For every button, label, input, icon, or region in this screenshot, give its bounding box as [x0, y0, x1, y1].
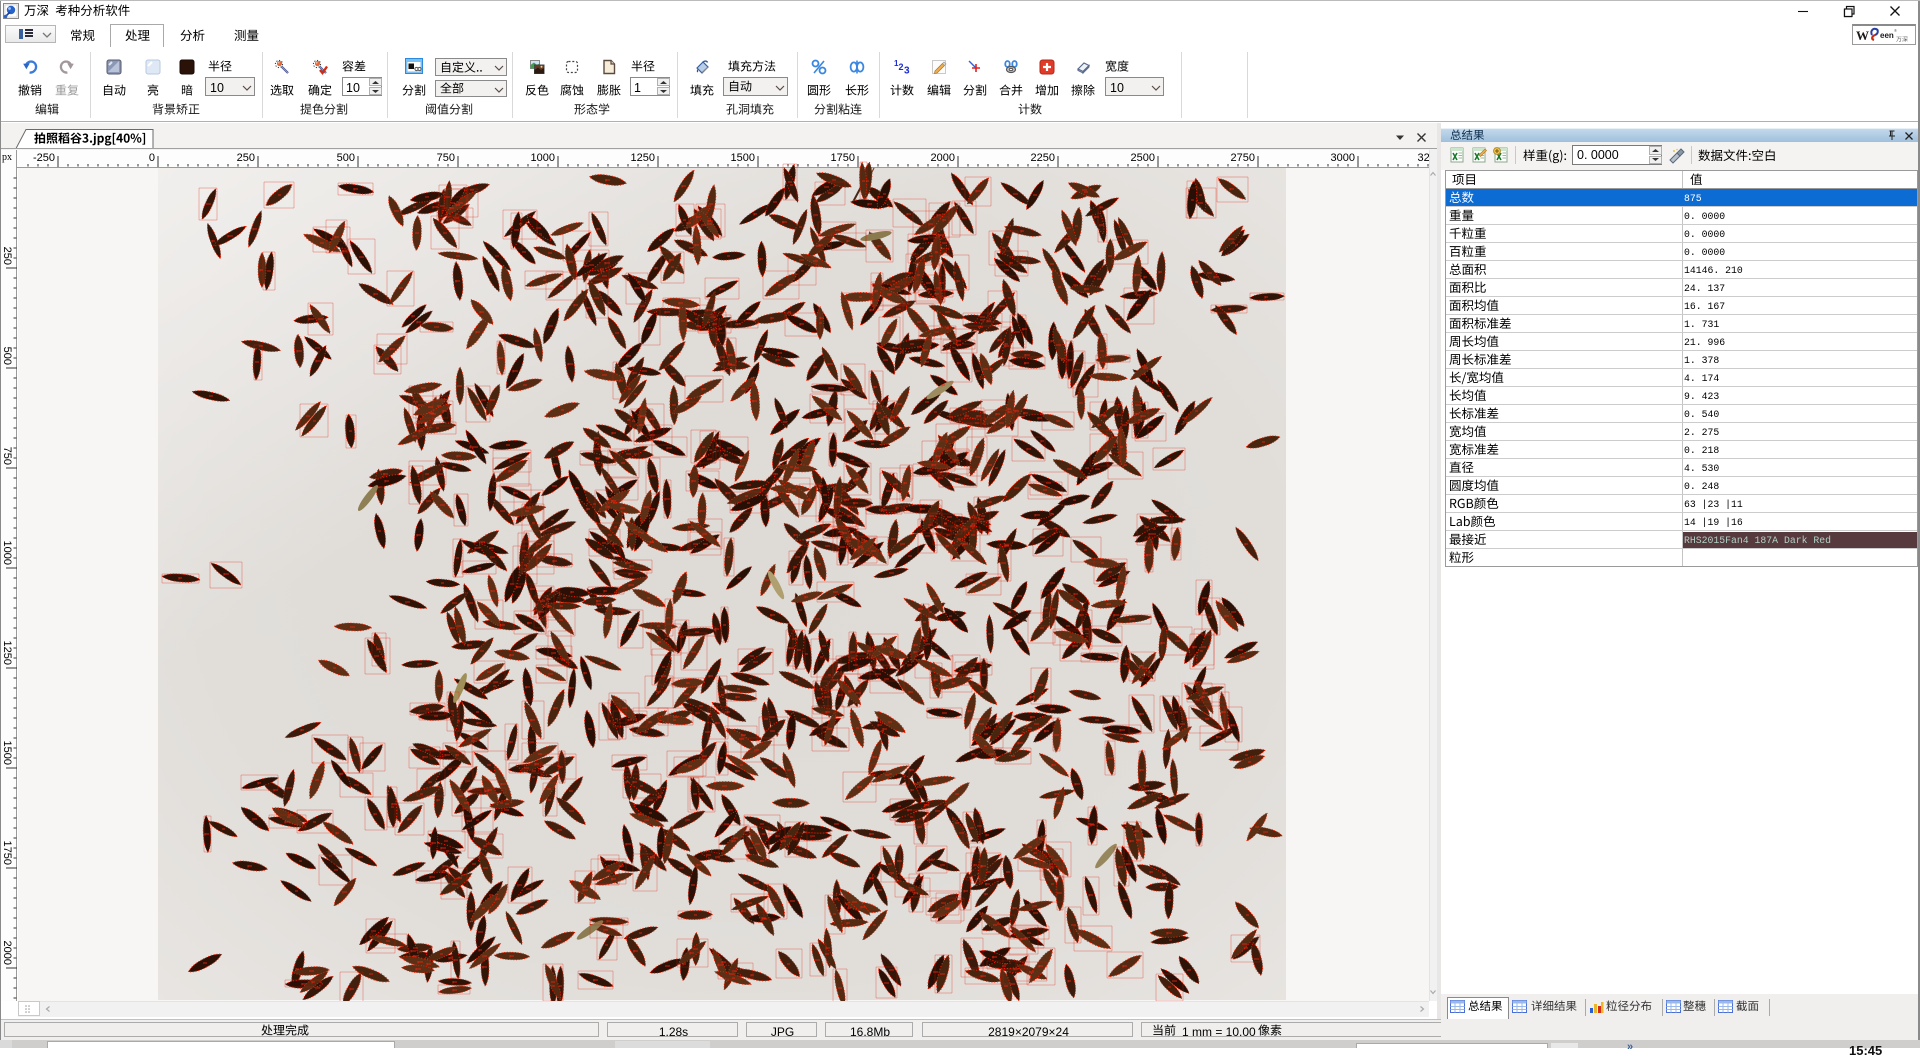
svg-text:2000: 2000: [1, 941, 13, 965]
svg-text:een: een: [1880, 31, 1894, 40]
svg-text:1500: 1500: [1, 741, 13, 765]
svg-text:®: ®: [1894, 28, 1897, 33]
svg-text:500: 500: [1, 347, 13, 365]
svg-text:2: 2: [899, 62, 904, 72]
svg-text:W: W: [1856, 28, 1869, 43]
svg-text:250: 250: [1, 247, 13, 265]
svg-text:3: 3: [904, 66, 910, 77]
svg-text:750: 750: [1, 447, 13, 465]
svg-text:1250: 1250: [1, 641, 13, 665]
svg-text:1750: 1750: [1, 841, 13, 865]
svg-text:1000: 1000: [1, 541, 13, 565]
